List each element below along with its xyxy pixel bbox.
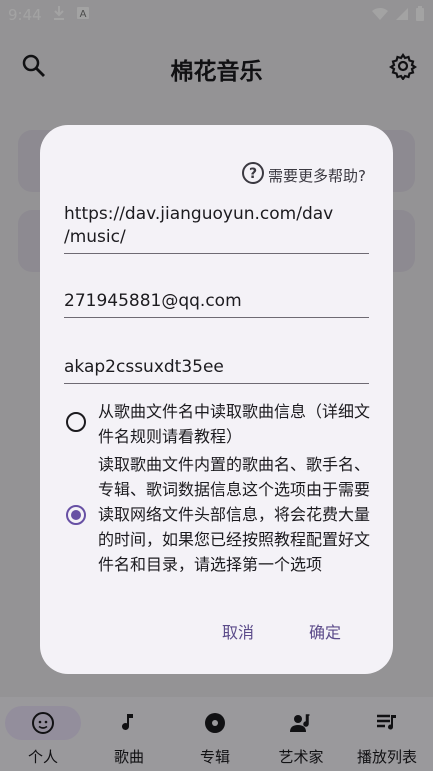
username-value: 271945881@qq.com (64, 291, 242, 311)
option-text: 从歌曲文件名中读取歌曲信息（详细文件名规则请看教程） (98, 402, 371, 446)
confirm-button[interactable]: 确定 (309, 619, 341, 643)
username-field[interactable]: 271945881@qq.com (64, 290, 369, 318)
help-text: 需要更多帮助? (268, 166, 366, 185)
help-icon: ? (241, 161, 265, 189)
radio-metadata[interactable] (66, 505, 86, 525)
dialog-actions: 取消 确定 (40, 615, 393, 645)
cancel-button[interactable]: 取消 (222, 619, 254, 643)
webdav-settings-dialog: ? 需要更多帮助? https://dav.jianguoyun.com/dav… (40, 125, 393, 674)
read-mode-options: 从歌曲文件名中读取歌曲信息（详细文件名规则请看教程） 读取歌曲文件内置的歌曲名、… (60, 397, 380, 583)
server-url-field[interactable]: https://dav.jianguoyun.com/dav /music/ (64, 203, 369, 254)
radio-filename[interactable] (66, 412, 86, 432)
option-text: 读取歌曲文件内置的歌曲名、歌手名、专辑、歌词数据信息这个选项由于需要读取网络文件… (98, 455, 371, 574)
help-link[interactable]: ? 需要更多帮助? (241, 161, 366, 189)
url-line: /music/ (64, 227, 126, 247)
password-field[interactable]: akap2cssuxdt35ee (64, 356, 369, 384)
password-value: akap2cssuxdt35ee (64, 357, 224, 377)
svg-text:?: ? (249, 166, 257, 182)
url-line: https://dav.jianguoyun.com/dav (64, 204, 334, 224)
